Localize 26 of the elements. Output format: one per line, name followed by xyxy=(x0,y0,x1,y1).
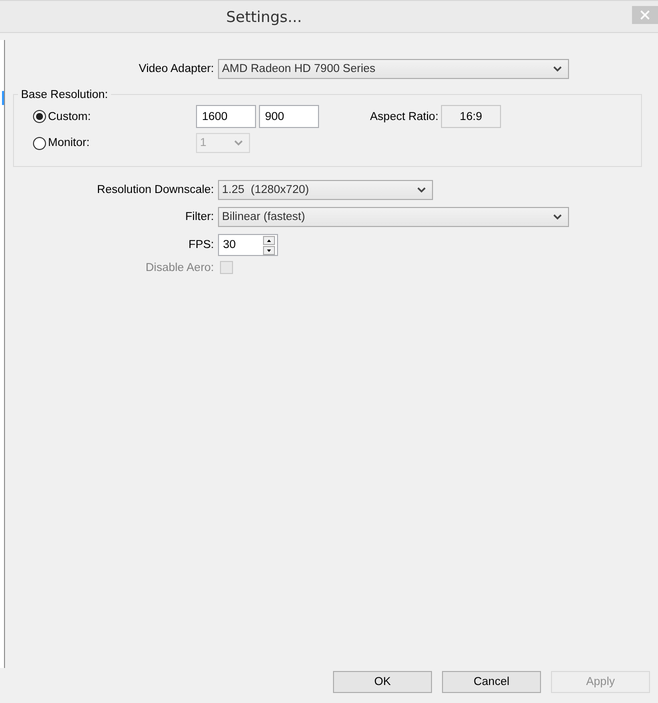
disable-aero-label: Disable Aero: xyxy=(144,262,215,274)
video-adapter-label: Video Adapter: xyxy=(138,63,215,75)
filter-label: Filter: xyxy=(184,211,215,223)
caret-icon xyxy=(234,140,243,146)
fps-label: FPS: xyxy=(187,239,215,251)
caret-icon xyxy=(553,214,562,220)
width-field[interactable]: 1600 xyxy=(196,105,256,128)
caret-icon xyxy=(553,66,562,72)
aspect-ratio-label: Aspect Ratio: xyxy=(370,110,440,122)
filter-dropdown[interactable]: Bilinear (fastest) xyxy=(218,207,569,227)
close-icon xyxy=(640,10,650,20)
video-adapter-dropdown[interactable]: AMD Radeon HD 7900 Series xyxy=(218,59,569,79)
downscale-label: Resolution Downscale: xyxy=(96,184,215,196)
monitor-radio[interactable] xyxy=(33,136,46,150)
window-title: Settings... xyxy=(226,8,302,26)
height-field[interactable]: 900 xyxy=(259,105,319,128)
fps-spinbox[interactable]: 30 xyxy=(218,234,278,256)
group-title: Base Resolution: xyxy=(18,89,111,101)
downscale-dropdown[interactable]: 1.25 (1280x720) xyxy=(218,180,433,200)
custom-radio[interactable] xyxy=(33,110,46,123)
monitor-label: Monitor: xyxy=(48,137,90,149)
custom-label: Custom: xyxy=(48,110,91,122)
aspect-ratio-field: 16:9 xyxy=(441,105,501,128)
caret-icon xyxy=(417,187,426,193)
dialog-button[interactable]: Cancel xyxy=(442,671,541,693)
dialog-button[interactable]: OK xyxy=(333,671,432,693)
